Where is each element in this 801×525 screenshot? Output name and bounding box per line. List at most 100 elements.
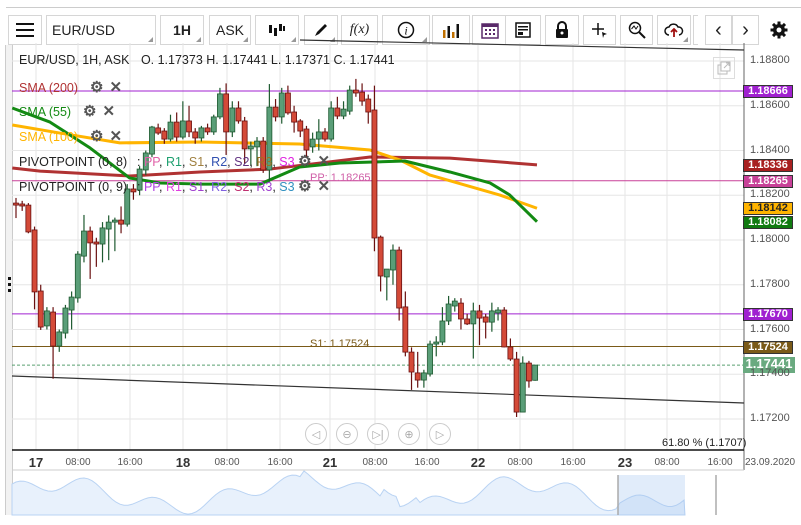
candle-body: [365, 98, 372, 113]
candle-body: [402, 306, 409, 353]
candle-body: [513, 358, 520, 413]
pivot-level-label: PP: [143, 155, 160, 169]
ohlc-readout: O. 1.17373 H. 1.17441 L. 1.17371 C. 1.17…: [140, 53, 395, 67]
candle: [297, 119, 304, 138]
time-tick: 23.09.2020: [744, 457, 796, 468]
candle: [464, 313, 471, 326]
candle-body: [315, 131, 322, 140]
candle: [359, 83, 365, 106]
candle-body: [217, 93, 223, 118]
candle-body: [383, 268, 390, 278]
close-icon[interactable]: ✕: [109, 78, 122, 96]
time-tick: 08:00: [65, 457, 91, 468]
scroll-right-button[interactable]: ▷: [429, 423, 451, 445]
candle: [285, 85, 291, 115]
candle-body: [414, 372, 421, 381]
candle: [56, 329, 63, 352]
time-tick: 21: [322, 455, 338, 470]
candle-body: [470, 310, 477, 325]
pivot-level-label: S1: [188, 155, 205, 169]
expand-button[interactable]: [713, 57, 735, 79]
go-to-end-button[interactable]: ▷|: [367, 423, 389, 445]
scroll-left-button[interactable]: ◁: [305, 423, 327, 445]
candle-body: [56, 331, 63, 347]
zoom-out-icon: ⊖: [342, 428, 352, 441]
candle-body: [507, 346, 514, 360]
candle: [445, 295, 452, 326]
candle-body: [173, 121, 180, 138]
gear-icon[interactable]: ⚙: [298, 152, 311, 170]
time-tick: 17: [28, 455, 44, 470]
candle-body: [476, 310, 483, 319]
candle: [210, 114, 217, 135]
candle-body: [31, 229, 38, 293]
trend-line-bottom: [11, 375, 745, 404]
candle: [519, 356, 526, 413]
candle: [62, 304, 69, 339]
candle-body: [297, 120, 304, 132]
candle: [93, 237, 100, 267]
indicator-legend-pivot[interactable]: PIVOTPOINT (0, 9): PP, R1, S1, R2, S2, R…: [19, 177, 330, 195]
price-tick: 1.18400: [750, 143, 790, 156]
candle: [439, 307, 446, 346]
candle: [204, 123, 211, 135]
indicator-legend-sma[interactable]: SMA (200) ⚙ ✕: [19, 78, 122, 96]
candle-body: [427, 343, 433, 375]
indicator-legend-pivot[interactable]: PIVOTPOINT (0, 8): PP, R1, S1, R2, S2, R…: [19, 152, 330, 170]
close-icon[interactable]: ✕: [109, 127, 122, 145]
candle: [291, 105, 298, 133]
candle: [50, 307, 56, 379]
zoom-in-button[interactable]: ⊕: [398, 423, 420, 445]
candle-body: [464, 318, 471, 325]
candle-body: [99, 227, 106, 245]
candle-body: [390, 249, 396, 271]
pivot-level-label: S2: [234, 155, 250, 169]
indicator-label: PIVOTPOINT (0, 8): [19, 155, 128, 169]
pivot-level-label: R2: [211, 180, 228, 194]
candle: [44, 307, 50, 330]
price-badge: 1.18666: [743, 84, 793, 98]
candle: [402, 291, 409, 357]
time-tick: 16:00: [707, 457, 733, 468]
candle-body: [334, 107, 341, 117]
candle: [13, 197, 19, 219]
candle: [346, 85, 353, 115]
close-icon[interactable]: ✕: [318, 152, 331, 170]
time-tick: 16:00: [267, 457, 293, 468]
zoom-out-button[interactable]: ⊖: [336, 423, 358, 445]
candle: [198, 125, 205, 142]
gear-icon[interactable]: ⚙: [90, 78, 103, 96]
candle-body: [328, 107, 335, 140]
instrument-label: EUR/USD, 1H, ASK: [19, 53, 130, 67]
pivot-level-label: PP: [143, 180, 160, 194]
candle: [105, 215, 112, 261]
candle-body: [93, 241, 100, 245]
candle: [217, 87, 223, 120]
candle-body: [179, 120, 186, 138]
candle: [377, 235, 384, 292]
indicator-label: SMA (55): [19, 105, 72, 119]
candle: [414, 351, 421, 388]
pp-label: PP: 1.18265: [310, 172, 371, 184]
candle-body: [359, 91, 365, 102]
candle-body: [495, 309, 501, 314]
candle: [513, 351, 520, 417]
close-icon[interactable]: ✕: [102, 102, 115, 120]
candle: [87, 226, 94, 279]
candle-body: [519, 362, 526, 413]
gear-icon[interactable]: ⚙: [90, 127, 103, 145]
candle-body: [167, 121, 174, 140]
indicator-label: SMA (200): [19, 81, 79, 95]
time-tick: 08:00: [654, 457, 680, 468]
candle-body: [235, 107, 242, 122]
separator: :: [137, 180, 144, 194]
candle-body: [352, 89, 359, 94]
zoom-in-icon: ⊕: [404, 428, 414, 441]
candle: [37, 284, 44, 330]
indicator-legend-sma[interactable]: SMA (55) ⚙ ✕: [19, 102, 115, 120]
gear-icon[interactable]: ⚙: [83, 102, 96, 120]
navigator-area: [11, 470, 686, 516]
indicator-legend-sma[interactable]: SMA (100) ⚙ ✕: [19, 127, 122, 145]
time-tick: 08:00: [362, 457, 388, 468]
time-tick: 23: [617, 455, 633, 470]
